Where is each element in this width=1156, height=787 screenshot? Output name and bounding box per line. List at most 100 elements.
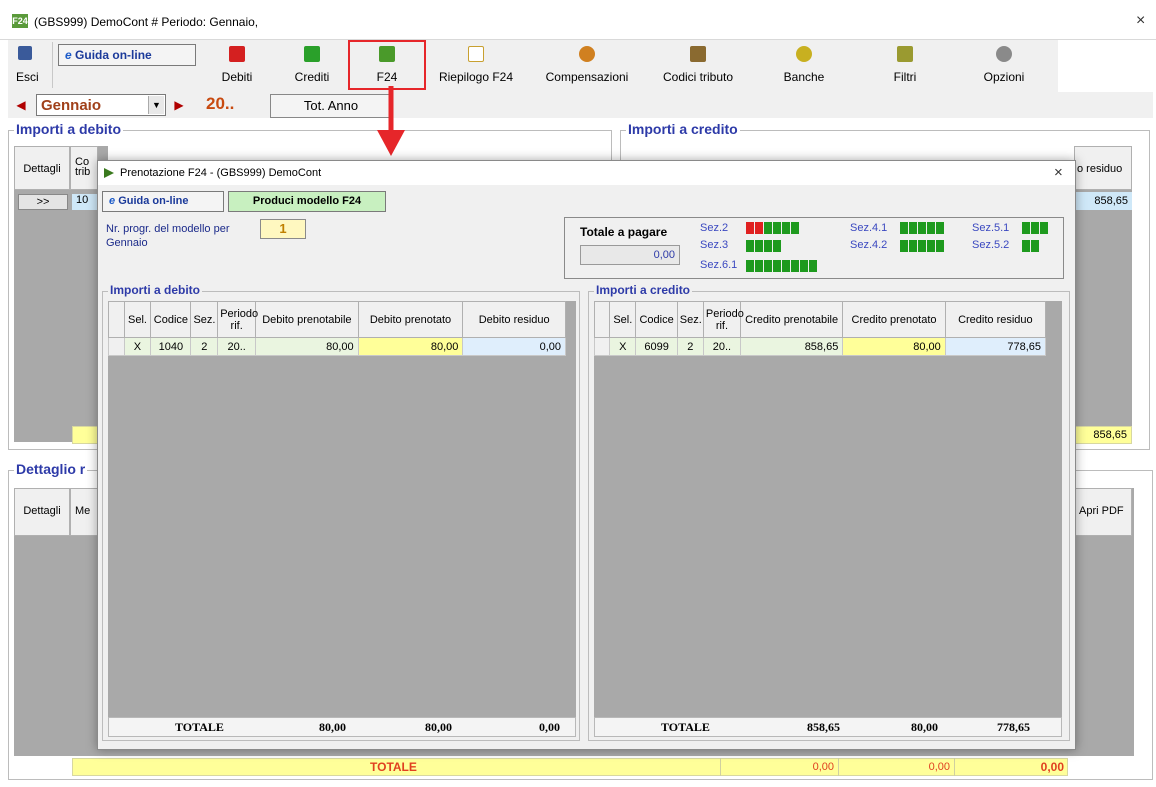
sez42-label: Sez.4.2 [850,239,888,251]
sez-bar-segment [927,240,935,252]
bottom-total-1: 0,00 [720,758,838,776]
filtri-button[interactable]: Filtri [862,40,948,90]
crediti-label: Crediti [294,70,330,84]
sez-bar-segment [809,260,817,272]
prev-month-arrow-icon[interactable]: ◀ [14,96,28,114]
sez-bar-segment [773,222,781,234]
apri-pdf-header: Apri PDF [1074,488,1132,536]
compensation-icon [579,46,595,62]
opzioni-button[interactable]: Opzioni [960,40,1048,90]
debito-cell-residuo: 0,00 [462,337,566,356]
progr-label: Nr. progr. del modello per [106,223,230,235]
debito-header-prenotabile: Debito prenotabile [255,301,359,338]
sez41-label: Sez.4.1 [850,222,888,234]
credito-total-prenotato: 80,00 [911,720,938,734]
guida-online-label: Guida on-line [75,48,152,62]
sez51-bar [1022,222,1049,234]
dialog-close-button[interactable]: × [1054,164,1063,181]
banche-button[interactable]: Banche [756,40,852,90]
dialog-credito-grid [594,301,1062,717]
options-icon [996,46,1012,62]
debito-grid-area [14,146,108,442]
row-indicator [593,337,611,356]
debito-cell-prenotabile: 80,00 [255,337,359,356]
row-detail-button[interactable]: >> [18,194,68,210]
riepilogo-f24-button[interactable]: Riepilogo F24 [428,40,524,90]
row-indicator [108,337,125,356]
row-codice-cell: 10 [72,194,98,210]
table-row[interactable]: X 6099 2 20.. 858,65 80,00 778,65 [593,337,1047,356]
row-indicator-header [593,301,611,338]
sez41-bar [900,222,945,234]
window-close-button[interactable]: × [1136,12,1145,30]
compensazioni-label: Compensazioni [545,70,629,84]
row-indicator-header [108,301,125,338]
debito-cell-periodo: 20.. [217,337,257,356]
preview-icon [468,46,484,62]
credito-total-prenotabile: 858,65 [807,720,840,734]
play-icon [104,168,114,178]
debito-header-sez: Sez. [190,301,219,338]
sez-bar-segment [773,260,781,272]
sez51-label: Sez.5.1 [972,222,1010,234]
debito-header-codice: Codice [150,301,192,338]
dialog-guida-online-button[interactable]: e Guida on-line [102,191,224,212]
f24-highlight-box [348,40,426,90]
table-row[interactable]: X 1040 2 20.. 80,00 80,00 0,00 [108,337,566,356]
banche-label: Banche [783,70,825,84]
credito-residuo-column-header: o residuo [1074,146,1132,190]
dialog-credito-table: Sel. Codice Sez. Periodo rif. Credito pr… [593,301,1047,356]
sez3-bar [746,240,782,252]
next-month-arrow-icon[interactable]: ▶ [172,96,186,114]
debiti-label: Debiti [221,70,253,84]
sez-bar-segment [800,260,808,272]
debito-total-residuo: 0,00 [539,720,560,734]
debito-total-prenotabile: 80,00 [319,720,346,734]
codici-tributo-button[interactable]: Codici tributo [650,40,746,90]
dialog-debito-title: Importi a debito [108,283,202,297]
credito-cell-prenotabile: 858,65 [739,337,844,356]
sez-bar-segment [909,240,917,252]
filter-icon [897,46,913,62]
debito-cell-sel[interactable]: X [123,337,152,356]
codice-tributo-column-header: Co trib [70,146,98,190]
progr-month-label: Gennaio [106,237,148,249]
window-title: (GBS999) DemoCont # Periodo: Gennaio, [34,15,259,29]
dialog-debito-table: Sel. Codice Sez. Periodo rif. Debito pre… [108,301,566,356]
dialog-debito-totals: TOTALE 80,00 80,00 0,00 [108,717,576,737]
sez2-label: Sez.2 [700,222,729,234]
credito-cell-sel[interactable]: X [609,337,637,356]
sez-bar-segment [746,222,754,234]
ie-icon: e [65,48,72,62]
month-select[interactable]: Gennaio ▼ [36,94,166,116]
tax-code-icon [690,46,706,62]
dettaglio-dettagli-header: Dettagli [14,488,70,536]
esci-button[interactable]: Esci [10,40,50,90]
credito-group-title: Importi a credito [626,121,740,137]
dettaglio-group-title: Dettaglio r [14,461,88,477]
debito-cell-prenotato[interactable]: 80,00 [357,337,464,356]
sez-bar-segment [764,222,772,234]
sez-bar-segment [746,240,754,252]
totale-pagare-value: 0,00 [580,245,680,265]
chevron-down-icon[interactable]: ▼ [148,96,164,114]
credito-total-cell: 858,65 [1074,426,1132,444]
progr-number-field[interactable]: 1 [260,219,306,239]
credito-header-residuo: Credito residuo [944,301,1047,338]
sez52-label: Sez.5.2 [972,239,1010,251]
dettaglio-mese-header: Me [70,488,100,536]
produci-modello-f24-button[interactable]: Produci modello F24 [228,191,386,212]
sez61-label: Sez.6.1 [700,259,738,271]
dettagli-column-header: Dettagli [14,146,70,190]
sez-bar-segment [791,222,799,234]
sez-bar-segment [764,240,772,252]
credito-cell-codice: 6099 [635,337,678,356]
guida-online-button[interactable]: e Guida on-line [58,44,196,66]
debiti-button[interactable]: Debiti [208,40,266,90]
credito-grid-area [1074,146,1132,442]
credito-cell-prenotato[interactable]: 80,00 [842,337,946,356]
red-arrow-annotation [377,86,405,156]
crediti-button[interactable]: Crediti [280,40,344,90]
debito-header-residuo: Debito residuo [462,301,566,338]
compensazioni-button[interactable]: Compensazioni [532,40,642,90]
